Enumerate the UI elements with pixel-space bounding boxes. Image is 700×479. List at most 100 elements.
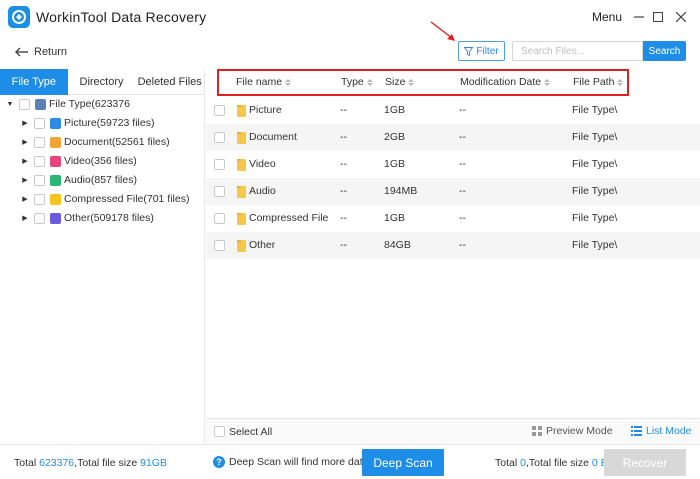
column-header-name[interactable]: File name — [236, 76, 292, 88]
cell-date: -- — [459, 212, 466, 224]
tree-item-other[interactable]: ▶ Other(509178 files) — [20, 209, 154, 227]
cell-path: File Type\ — [572, 185, 618, 197]
select-all-label[interactable]: Select All — [229, 426, 272, 438]
folder-icon — [237, 186, 246, 198]
tree-item-checkbox[interactable] — [34, 117, 45, 129]
deep-scan-button[interactable]: Deep Scan — [362, 449, 444, 476]
sort-icon[interactable] — [408, 78, 415, 86]
tree-item-checkbox[interactable] — [34, 155, 45, 167]
table-row[interactable]: Audio -- 194MB -- File Type\ — [206, 178, 700, 205]
caret-down-icon[interactable]: ▼ — [5, 99, 15, 109]
other-file-icon — [50, 212, 61, 224]
folder-icon — [237, 159, 246, 171]
filter-button[interactable]: Filter — [458, 41, 505, 61]
folder-icon — [237, 132, 246, 144]
row-checkbox[interactable] — [214, 240, 225, 251]
table-row[interactable]: Other -- 84GB -- File Type\ — [206, 232, 700, 259]
cell-type: -- — [340, 212, 347, 224]
tree-item-label: Compressed File(701 files) — [64, 193, 190, 205]
return-button[interactable]: Return — [15, 44, 67, 60]
cell-date: -- — [459, 239, 466, 251]
close-icon[interactable] — [673, 9, 689, 25]
footer: Total 623376,Total file size 91GB ? Deep… — [0, 444, 700, 479]
tree-item-compressed[interactable]: ▶ Compressed File(701 files) — [20, 190, 189, 208]
tree-root[interactable]: ▼ File Type(623376 — [5, 95, 130, 113]
caret-right-icon[interactable]: ▶ — [20, 156, 30, 166]
total-size: 91GB — [140, 457, 167, 469]
tree-item-checkbox[interactable] — [34, 174, 45, 186]
table-row[interactable]: Video -- 1GB -- File Type\ — [206, 151, 700, 178]
view-tabs: File Type Directory Deleted Files — [0, 69, 204, 95]
column-header-type[interactable]: Type — [341, 76, 373, 88]
caret-right-icon[interactable]: ▶ — [20, 175, 30, 185]
video-icon — [50, 155, 61, 167]
sort-icon[interactable] — [285, 78, 292, 86]
row-checkbox[interactable] — [214, 159, 225, 170]
cell-path: File Type\ — [572, 212, 618, 224]
table-row[interactable]: Document -- 2GB -- File Type\ — [206, 124, 700, 151]
menu-button[interactable]: Menu — [592, 10, 622, 24]
tree-root-checkbox[interactable] — [19, 98, 30, 110]
cell-size: 1GB — [384, 212, 406, 224]
sort-icon[interactable] — [617, 78, 624, 86]
total-count: 623376 — [39, 457, 75, 469]
column-header-size[interactable]: Size — [385, 76, 415, 88]
tree-item-document[interactable]: ▶ Document(52561 files) — [20, 133, 169, 151]
minimize-icon[interactable] — [631, 9, 647, 25]
caret-right-icon[interactable]: ▶ — [20, 118, 30, 128]
cell-date: -- — [459, 131, 466, 143]
caret-right-icon[interactable]: ▶ — [20, 213, 30, 223]
tab-file-type[interactable]: File Type — [0, 69, 68, 95]
recover-button[interactable]: Recover — [604, 449, 686, 476]
column-header-label: File name — [236, 76, 283, 88]
selected-prefix: Total — [495, 457, 521, 469]
row-checkbox[interactable] — [214, 132, 225, 143]
cell-size: 2GB — [384, 131, 406, 143]
folder-icon — [237, 213, 246, 225]
row-checkbox[interactable] — [214, 213, 225, 224]
tree-item-checkbox[interactable] — [34, 193, 45, 205]
search-button[interactable]: Search — [643, 41, 686, 61]
row-checkbox[interactable] — [214, 186, 225, 197]
total-summary: Total 623376,Total file size 91GB — [14, 457, 167, 469]
cell-size: 1GB — [384, 158, 406, 170]
title-bar: WorkinTool Data Recovery Menu — [0, 0, 700, 36]
cell-path: File Type\ — [572, 104, 618, 116]
search-input[interactable] — [512, 41, 643, 61]
caret-right-icon[interactable]: ▶ — [20, 194, 30, 204]
tree-item-picture[interactable]: ▶ Picture(59723 files) — [20, 114, 154, 132]
maximize-icon[interactable] — [650, 9, 666, 25]
tree-item-checkbox[interactable] — [34, 136, 45, 148]
cell-date: -- — [459, 158, 466, 170]
filter-label: Filter — [476, 45, 499, 57]
column-header-date[interactable]: Modification Date — [460, 76, 551, 88]
folder-icon — [237, 240, 246, 252]
list-mode-button[interactable]: List Mode — [631, 425, 692, 437]
cell-name: Document — [249, 131, 297, 143]
sort-icon[interactable] — [544, 78, 551, 86]
sort-icon[interactable] — [366, 78, 373, 86]
tab-directory[interactable]: Directory — [68, 69, 136, 95]
column-header-label: Size — [385, 76, 406, 88]
column-header-path[interactable]: File Path — [573, 76, 624, 88]
annotation-arrow-icon — [430, 21, 455, 41]
cell-path: File Type\ — [572, 158, 618, 170]
table-row[interactable]: Compressed File -- 1GB -- File Type\ — [206, 205, 700, 232]
preview-mode-button[interactable]: Preview Mode — [532, 425, 613, 437]
column-header-label: File Path — [573, 76, 615, 88]
tree-item-video[interactable]: ▶ Video(356 files) — [20, 152, 137, 170]
table-row[interactable]: Picture -- 1GB -- File Type\ — [206, 97, 700, 124]
tree-item-label: Audio(857 files) — [64, 174, 137, 186]
table-bottom-bar: Select All Preview Mode List Mode — [206, 418, 700, 444]
tab-deleted-files[interactable]: Deleted Files — [135, 69, 204, 95]
audio-icon — [50, 174, 61, 186]
column-header-label: Modification Date — [460, 76, 542, 88]
caret-right-icon[interactable]: ▶ — [20, 137, 30, 147]
left-panel: File Type Directory Deleted Files ▼ File… — [0, 69, 205, 443]
select-all-checkbox[interactable] — [214, 426, 225, 437]
cell-type: -- — [340, 239, 347, 251]
row-checkbox[interactable] — [214, 105, 225, 116]
tree-item-label: Video(356 files) — [64, 155, 137, 167]
tree-item-checkbox[interactable] — [34, 212, 45, 224]
tree-item-audio[interactable]: ▶ Audio(857 files) — [20, 171, 137, 189]
